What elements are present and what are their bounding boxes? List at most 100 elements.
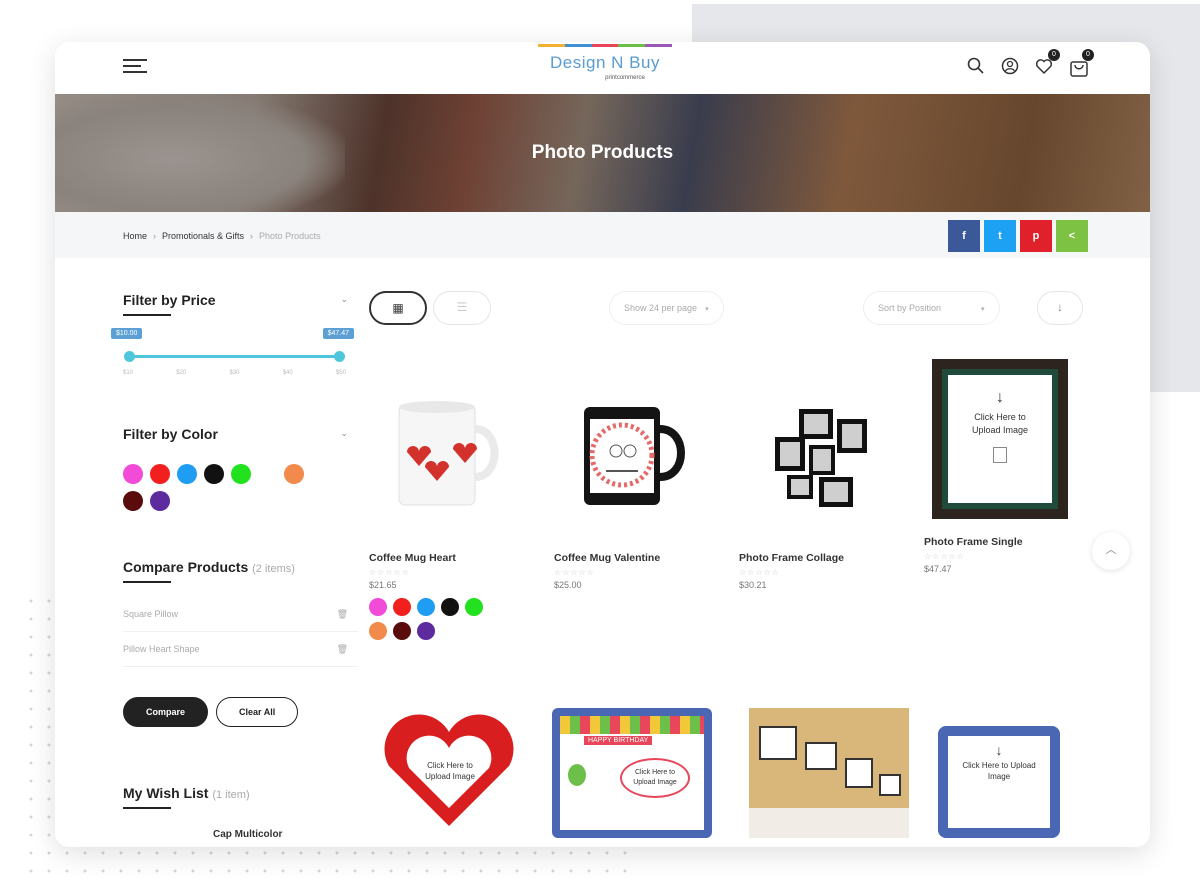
hamburger-menu-icon[interactable] — [123, 59, 147, 77]
product-card[interactable] — [739, 708, 924, 847]
price-max-label: $47.47 — [322, 328, 354, 339]
clear-all-button[interactable]: Clear All — [216, 697, 299, 727]
account-icon[interactable] — [1000, 56, 1020, 76]
product-card[interactable]: Photo Frame Collage ☆☆☆☆☆ $30.21 — [739, 367, 924, 640]
pinterest-share-button[interactable]: p — [1020, 220, 1052, 252]
color-filter-title[interactable]: Filter by Color ⌄ — [123, 426, 358, 442]
product-name[interactable]: Coffee Mug Heart — [369, 552, 554, 564]
per-page-select[interactable]: Show 24 per page ▾ — [609, 291, 724, 325]
color-swatch-magenta[interactable] — [123, 464, 143, 484]
product-image-mug-heart[interactable] — [369, 367, 554, 532]
product-image-birthday-pillow[interactable]: HAPPY BIRTHDAY Click Here to Upload Imag… — [552, 708, 739, 847]
product-card[interactable]: Click Here to Upload Image — [369, 708, 554, 847]
sort-direction-button[interactable]: ↓ — [1037, 291, 1083, 325]
color-swatch-blue[interactable] — [417, 598, 435, 616]
color-swatch-red[interactable] — [393, 598, 411, 616]
share-button[interactable]: < — [1056, 220, 1088, 252]
upload-hint[interactable]: Click Here to Upload Image — [948, 758, 1050, 784]
arrow-down-icon: ↓ — [996, 389, 1004, 406]
sort-direction-icon: ↓ — [1057, 300, 1063, 314]
rating-stars: ☆☆☆☆☆ — [739, 568, 780, 577]
list-view-button[interactable]: ☰ — [433, 291, 491, 325]
color-swatch-orange[interactable] — [284, 464, 304, 484]
compare-button[interactable]: Compare — [123, 697, 209, 727]
color-swatch-green[interactable] — [231, 464, 251, 484]
price-range-slider[interactable] — [124, 350, 345, 364]
compare-item-name[interactable]: Pillow Heart Shape — [123, 644, 200, 654]
product-card[interactable]: Coffee Mug Heart ☆☆☆☆☆ $21.65 — [369, 367, 554, 640]
product-name[interactable]: Photo Frame Single — [924, 536, 1109, 548]
color-swatch-orange[interactable] — [369, 622, 387, 640]
product-card[interactable]: ↓ Click Here to Upload Image — [924, 708, 1109, 847]
upload-hint[interactable]: Click Here to Upload Image — [948, 407, 1052, 441]
product-card[interactable]: ↓ Click Here to Upload Image Photo Frame… — [924, 359, 1109, 640]
site-header: Design N Buy printcommerce 0 0 — [55, 42, 1150, 94]
product-name[interactable]: Coffee Mug Valentine — [554, 552, 739, 564]
price-filter-title-text: Filter by Price — [123, 292, 216, 308]
breadcrumb-promotionals[interactable]: Promotionals & Gifts — [162, 231, 244, 241]
wishlist-heart-icon[interactable]: 0 — [1034, 49, 1060, 76]
product-image-frame-single[interactable]: ↓ Click Here to Upload Image — [924, 351, 1109, 532]
scroll-to-top-button[interactable]: ︿ — [1092, 532, 1130, 570]
slider-min-handle[interactable] — [124, 351, 135, 362]
product-image-square-pillow[interactable]: ↓ Click Here to Upload Image — [924, 708, 1109, 847]
product-price: $21.65 — [369, 580, 397, 590]
wishlist-title-text: My Wish List — [123, 785, 209, 801]
color-swatch-maroon[interactable] — [123, 491, 143, 511]
product-image-heart-pillow[interactable]: Click Here to Upload Image — [369, 708, 554, 847]
tick-label: $10 — [123, 370, 134, 376]
grid-view-button[interactable]: ▦ — [369, 291, 427, 325]
breadcrumb-home[interactable]: Home — [123, 231, 147, 241]
title-underline — [123, 314, 171, 316]
facebook-share-button[interactable]: f — [948, 220, 980, 252]
tick-label: $40 — [282, 370, 293, 376]
image-icon — [993, 447, 1007, 463]
product-card[interactable]: Coffee Mug Valentine ☆☆☆☆☆ $25.00 — [554, 367, 739, 640]
search-icon[interactable] — [966, 56, 986, 76]
product-row: Click Here to Upload Image HAPPY BIRTHDA… — [369, 708, 1109, 847]
upload-hint[interactable]: Click Here to Upload Image — [415, 760, 485, 782]
price-filter-title[interactable]: Filter by Price ⌄ — [123, 292, 358, 316]
birthday-badge: HAPPY BIRTHDAY — [584, 736, 653, 745]
title-underline — [123, 807, 171, 809]
color-swatch-maroon[interactable] — [393, 622, 411, 640]
color-swatch-red[interactable] — [150, 464, 170, 484]
header-icons: 0 0 — [966, 49, 1094, 77]
color-swatch-black[interactable] — [204, 464, 224, 484]
breadcrumb-separator: › — [153, 231, 157, 241]
product-name[interactable]: Photo Frame Collage — [739, 552, 924, 564]
compare-title-text: Compare Products — [123, 559, 249, 575]
page-title: Photo Products — [531, 142, 674, 163]
compare-item: Pillow Heart Shape 🗑 — [123, 632, 358, 667]
color-swatch-purple[interactable] — [150, 491, 170, 511]
trash-icon[interactable]: 🗑 — [337, 644, 348, 655]
sort-select[interactable]: Sort by Position ▾ — [863, 291, 1000, 325]
grid-icon: ▦ — [392, 301, 404, 315]
color-swatch-magenta[interactable] — [369, 598, 387, 616]
product-image-wall-frames[interactable] — [739, 708, 924, 847]
breadcrumb-separator: › — [250, 231, 254, 241]
color-swatch-purple[interactable] — [417, 622, 435, 640]
rating-stars: ☆☆☆☆☆ — [369, 568, 410, 577]
color-swatch-blue[interactable] — [177, 464, 197, 484]
product-image-mug-valentine[interactable] — [554, 367, 739, 532]
per-page-value: Show 24 per page — [624, 303, 698, 313]
product-grid: Coffee Mug Heart ☆☆☆☆☆ $21.65 Coffee Mug… — [369, 359, 1109, 847]
trash-icon[interactable]: 🗑 — [337, 609, 348, 620]
page-banner: Photo Products — [55, 94, 1150, 212]
cart-count-badge: 0 — [1082, 49, 1094, 61]
color-swatch-green[interactable] — [465, 598, 483, 616]
slider-max-handle[interactable] — [334, 351, 345, 362]
upload-hint[interactable]: Click Here to Upload Image — [620, 758, 690, 798]
product-card[interactable]: HAPPY BIRTHDAY Click Here to Upload Imag… — [552, 708, 739, 847]
twitter-share-button[interactable]: t — [984, 220, 1016, 252]
cart-icon[interactable]: 0 — [1068, 49, 1094, 77]
chevron-down-icon[interactable]: ⌄ — [340, 294, 348, 305]
product-swatches — [369, 598, 489, 640]
wishlist-item[interactable]: Cap Multicolor — [213, 829, 358, 840]
product-image-frame-collage[interactable] — [739, 367, 924, 532]
chevron-down-icon[interactable]: ⌄ — [340, 428, 348, 439]
site-logo[interactable]: Design N Buy printcommerce — [535, 44, 675, 90]
color-swatch-black[interactable] — [441, 598, 459, 616]
compare-item-name[interactable]: Square Pillow — [123, 609, 178, 619]
